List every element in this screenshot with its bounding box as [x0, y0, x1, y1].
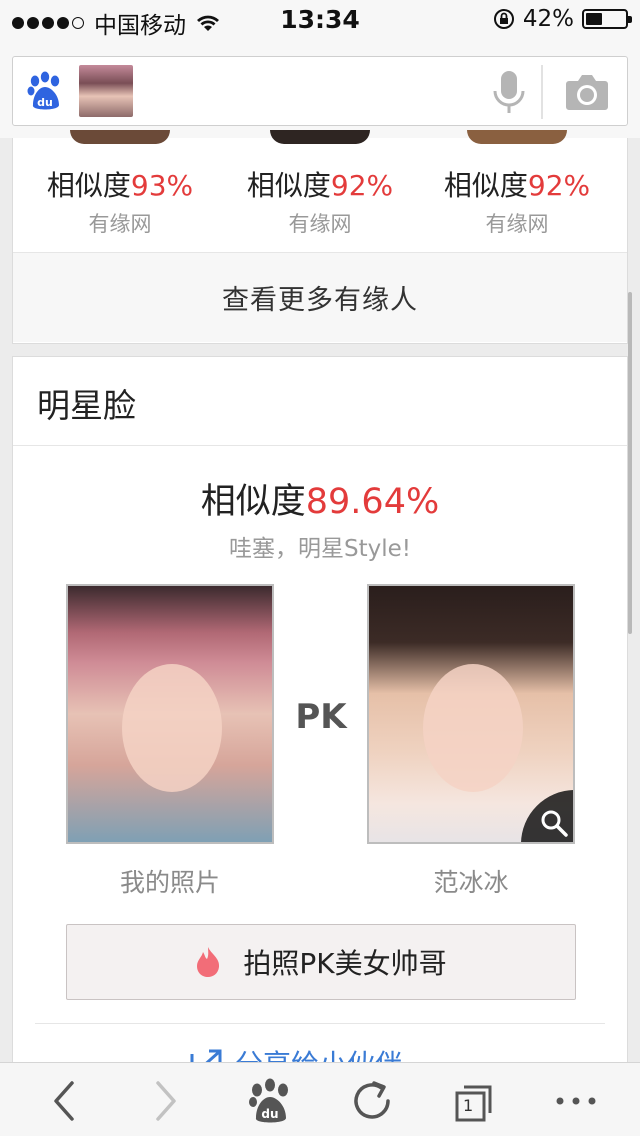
forward-button[interactable] — [142, 1077, 190, 1125]
search-box[interactable]: du — [12, 56, 628, 126]
similar-person-source: 有缘网 — [88, 212, 152, 236]
pk-label: PK — [295, 697, 347, 737]
similar-person-source: 有缘网 — [485, 212, 549, 236]
status-right: 42% — [493, 6, 632, 32]
orientation-lock-icon — [493, 9, 514, 29]
view-more-button[interactable]: 查看更多有缘人 — [13, 252, 627, 342]
similar-person-source: 有缘网 — [288, 212, 352, 236]
bottom-toolbar: du 1 — [0, 1062, 640, 1136]
similar-person-2[interactable]: 相似度92% 有缘网 — [220, 130, 420, 248]
forward-icon — [156, 1081, 176, 1121]
back-button[interactable] — [40, 1077, 88, 1125]
baidu-home-icon: du — [249, 1078, 288, 1123]
star-similarity: 相似度89.64% — [200, 482, 440, 522]
similar-people-card: 相似度93% 有缘网 相似度92% 有缘网 相似度92% 有缘网 查看更多有缘人 — [12, 130, 628, 344]
search-icon — [541, 810, 568, 837]
my-photo-caption: 我的照片 — [119, 868, 220, 897]
star-name-caption: 范冰冰 — [433, 868, 509, 897]
tab-count: 1 — [463, 1096, 474, 1115]
similar-person-photo[interactable] — [70, 130, 170, 144]
card-title: 明星脸 — [37, 386, 136, 425]
more-button[interactable] — [552, 1077, 600, 1125]
similarity-text: 相似度92% — [246, 169, 394, 202]
query-photo-thumbnail[interactable] — [79, 65, 133, 117]
zoom-button[interactable] — [521, 790, 573, 842]
similar-person-photo[interactable] — [270, 130, 370, 144]
face-shape — [122, 664, 222, 792]
photo-pk-button[interactable]: 拍照PK美女帅哥 — [66, 924, 576, 1000]
my-photo[interactable] — [66, 584, 274, 844]
back-icon — [54, 1081, 74, 1121]
tabs-icon — [455, 1085, 492, 1122]
camera-icon[interactable] — [565, 73, 609, 111]
star-subtitle: 哇塞，明星Style! — [229, 536, 411, 562]
refresh-button[interactable] — [348, 1077, 396, 1125]
refresh-icon — [354, 1081, 390, 1119]
tabs-button[interactable]: 1 — [450, 1077, 498, 1125]
flame-icon — [197, 947, 220, 977]
star-photo[interactable] — [367, 584, 575, 844]
battery-icon — [582, 9, 632, 29]
baidu-paw-icon[interactable]: du — [27, 71, 63, 111]
search-divider — [541, 65, 543, 119]
status-bar: 中国移动 13:34 42% — [0, 0, 640, 40]
similar-person-photo[interactable] — [467, 130, 567, 144]
similarity-text: 相似度93% — [46, 169, 194, 202]
similarity-text: 相似度92% — [443, 169, 591, 202]
svg-text:du: du — [37, 96, 53, 109]
more-icon — [556, 1097, 596, 1105]
divider — [13, 445, 627, 446]
svg-text:du: du — [261, 1107, 278, 1121]
microphone-icon[interactable] — [491, 69, 527, 115]
star-face-card: 明星脸 相似度89.64% 哇塞，明星Style! PK 我的照片 范冰冰 拍照… — [12, 356, 628, 1081]
battery-percent: 42% — [522, 6, 574, 32]
photo-pk-label: 拍照PK美女帅哥 — [243, 947, 447, 980]
baidu-home-button[interactable]: du — [246, 1077, 294, 1125]
scrollbar[interactable] — [628, 292, 632, 634]
divider — [35, 1023, 605, 1024]
search-bar-area: du — [0, 40, 640, 138]
similar-person-1[interactable]: 相似度93% 有缘网 — [20, 130, 220, 248]
face-shape — [423, 664, 523, 792]
similar-person-3[interactable]: 相似度92% 有缘网 — [417, 130, 617, 248]
